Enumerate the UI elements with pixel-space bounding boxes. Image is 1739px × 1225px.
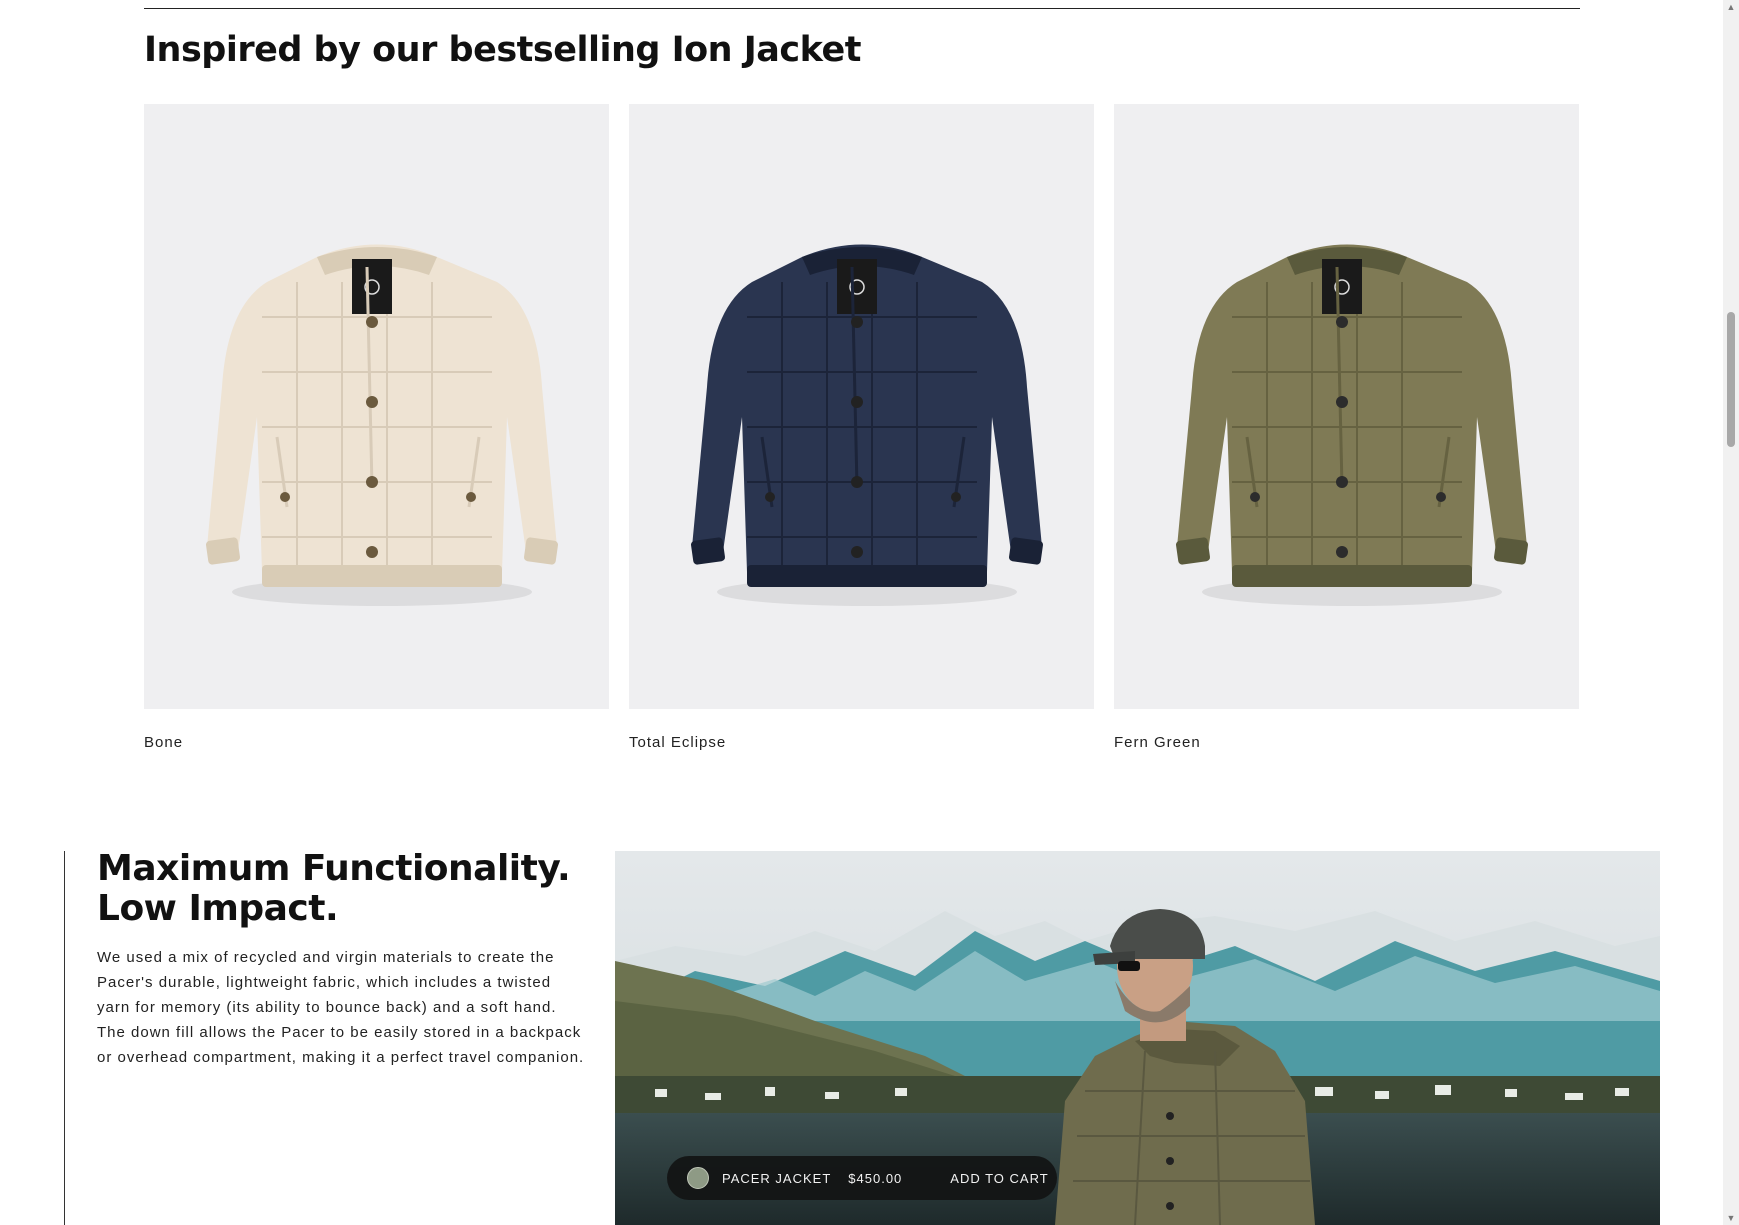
- feature-title: Maximum Functionality. Low Impact.: [97, 849, 597, 929]
- section-title: Inspired by our bestselling Ion Jacket: [144, 30, 861, 70]
- sticky-add-to-cart-bar: PACER JACKET $450.00 ADD TO CART: [667, 1156, 1057, 1200]
- product-color-label[interactable]: Total Eclipse: [629, 734, 1094, 751]
- feature-description: We used a mix of recycled and virgin mat…: [97, 949, 585, 1066]
- scrollbar-thumb[interactable]: [1727, 312, 1735, 447]
- color-swatch[interactable]: [687, 1167, 709, 1189]
- product-image[interactable]: [144, 104, 609, 709]
- feature-title-line1: Maximum Functionality.: [97, 848, 571, 889]
- scroll-down-icon[interactable]: ▼: [1726, 1213, 1736, 1223]
- product-color-label[interactable]: Bone: [144, 734, 609, 751]
- product-card-bone[interactable]: Bone: [144, 104, 609, 751]
- jacket-illustration: [205, 244, 558, 606]
- product-image[interactable]: [1114, 104, 1579, 709]
- product-image[interactable]: [629, 104, 1094, 709]
- product-card-fern-green[interactable]: Fern Green: [1114, 104, 1579, 751]
- product-color-label[interactable]: Fern Green: [1114, 734, 1579, 751]
- scroll-up-icon[interactable]: ▲: [1726, 2, 1736, 12]
- add-to-cart-button[interactable]: ADD TO CART: [950, 1171, 1048, 1186]
- feature-title-line2: Low Impact.: [97, 888, 339, 929]
- cart-product-name: PACER JACKET: [722, 1170, 832, 1186]
- section-divider: [144, 8, 1580, 9]
- jacket-illustration: [690, 244, 1043, 606]
- feature-accent-line: [64, 851, 65, 1225]
- page-scrollbar[interactable]: ▲ ▼: [1723, 0, 1739, 1225]
- cart-product-price: $450.00: [848, 1170, 903, 1186]
- jacket-illustration: [1175, 244, 1528, 606]
- product-card-total-eclipse[interactable]: Total Eclipse: [629, 104, 1094, 751]
